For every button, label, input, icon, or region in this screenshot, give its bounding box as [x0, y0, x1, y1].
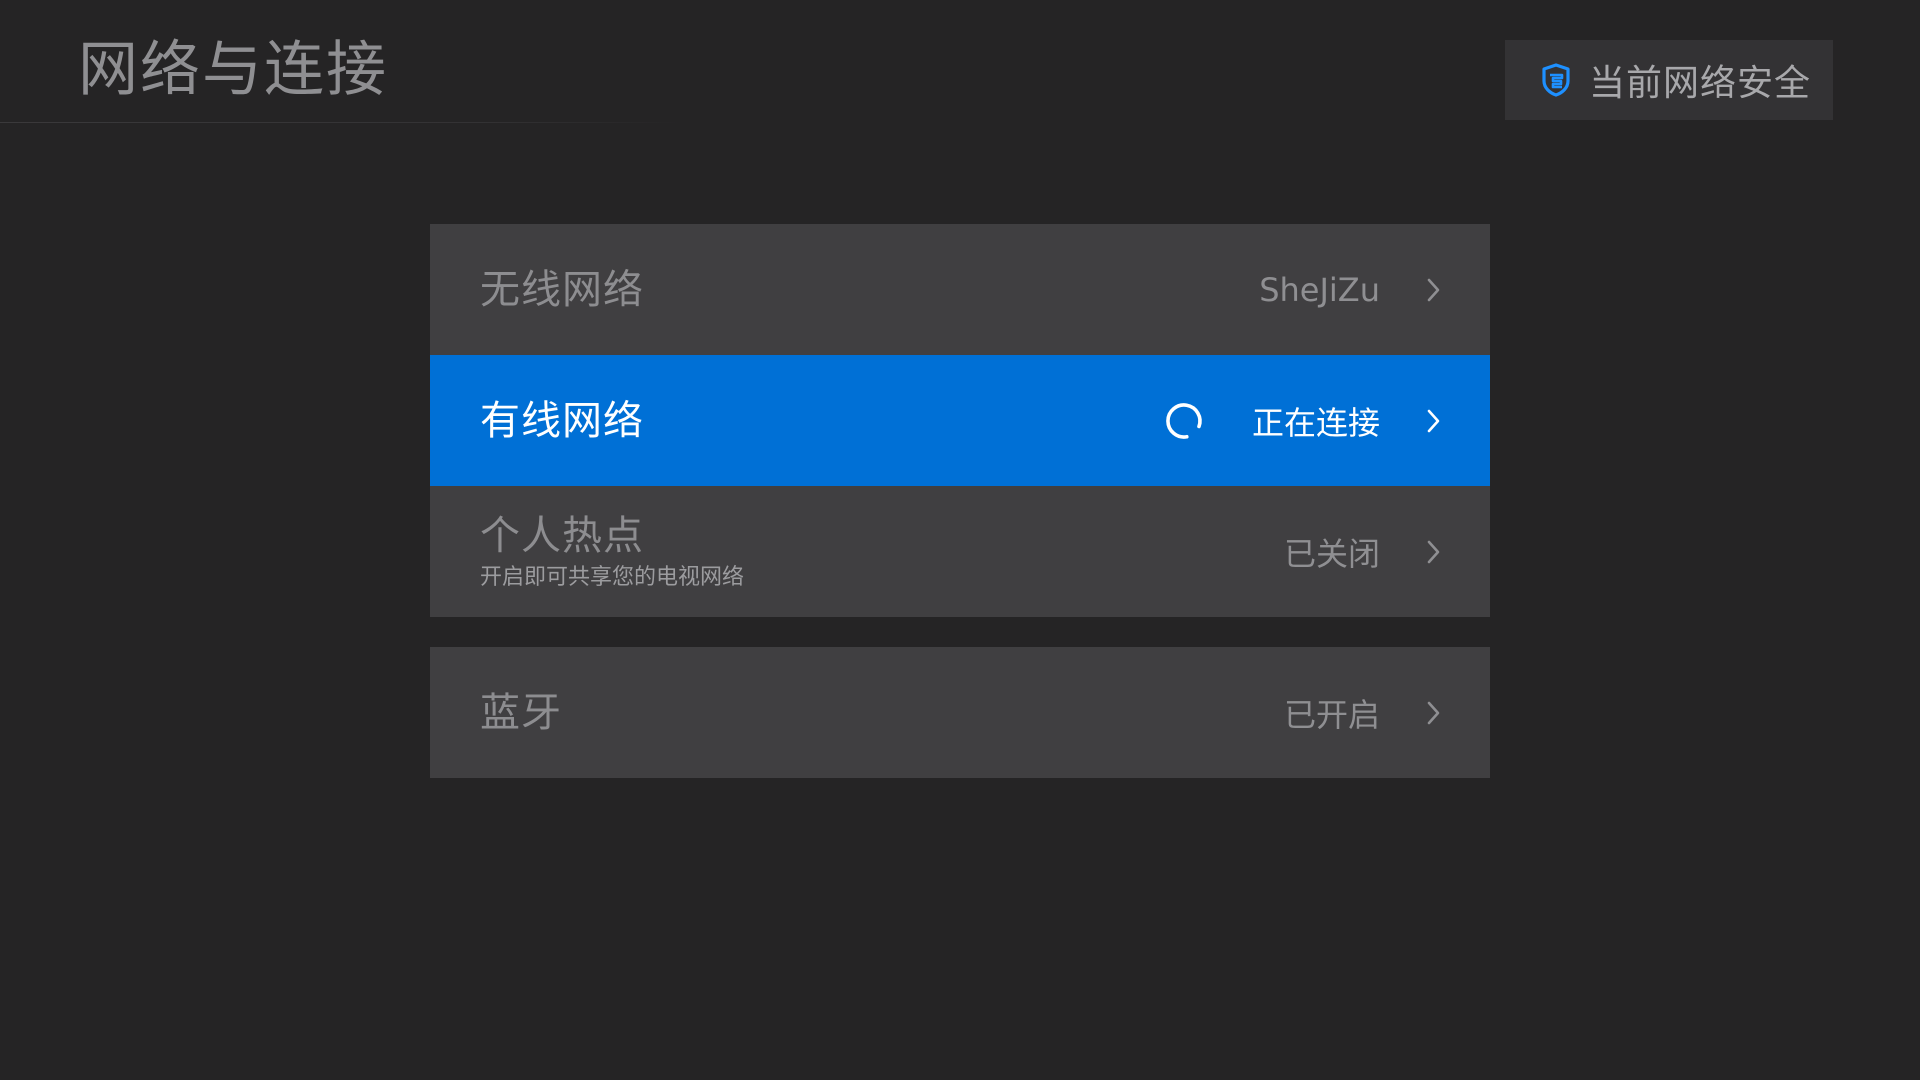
wifi-label: 无线网络: [480, 266, 644, 313]
hotspot-label: 个人热点: [480, 512, 644, 559]
row-text: 个人热点 开启即可共享您的电视网络: [480, 511, 1284, 593]
settings-list: 无线网络 SheJiZu 有线网络 正在连接 个人热点 开启即可共享您的电视网络…: [430, 224, 1490, 778]
ethernet-setting-row[interactable]: 有线网络 正在连接: [430, 355, 1490, 486]
hotspot-status: 已关闭: [1283, 534, 1380, 573]
bluetooth-setting-row[interactable]: 蓝牙 已开启: [430, 647, 1490, 778]
chevron-right-icon: [1426, 407, 1442, 435]
bluetooth-label: 蓝牙: [480, 689, 562, 736]
ethernet-label: 有线网络: [480, 397, 644, 444]
wifi-setting-row[interactable]: 无线网络 SheJiZu: [430, 224, 1490, 355]
loading-spinner-icon: [1164, 401, 1204, 441]
ethernet-status: 正在连接: [1251, 403, 1380, 442]
row-text: 无线网络: [480, 265, 1259, 315]
row-text: 蓝牙: [480, 688, 1284, 738]
page-title: 网络与连接: [78, 35, 388, 105]
network-security-badge[interactable]: 当前网络安全: [1505, 40, 1833, 120]
bluetooth-status: 已开启: [1283, 695, 1380, 734]
title-divider: [0, 122, 680, 123]
hotspot-description: 开启即可共享您的电视网络: [480, 564, 745, 590]
shield-icon: [1539, 62, 1573, 98]
row-text: 有线网络: [480, 396, 1164, 446]
security-status-label: 当前网络安全: [1589, 63, 1812, 104]
hotspot-setting-row[interactable]: 个人热点 开启即可共享您的电视网络 已关闭: [430, 486, 1490, 617]
chevron-right-icon: [1426, 699, 1442, 727]
chevron-right-icon: [1426, 276, 1442, 304]
chevron-right-icon: [1426, 538, 1442, 566]
wifi-network-name: SheJiZu: [1259, 270, 1380, 309]
network-settings-page: 网络与连接 当前网络安全 无线网络 SheJiZu 有线网络 正在连接 个人热点…: [0, 0, 1920, 1080]
